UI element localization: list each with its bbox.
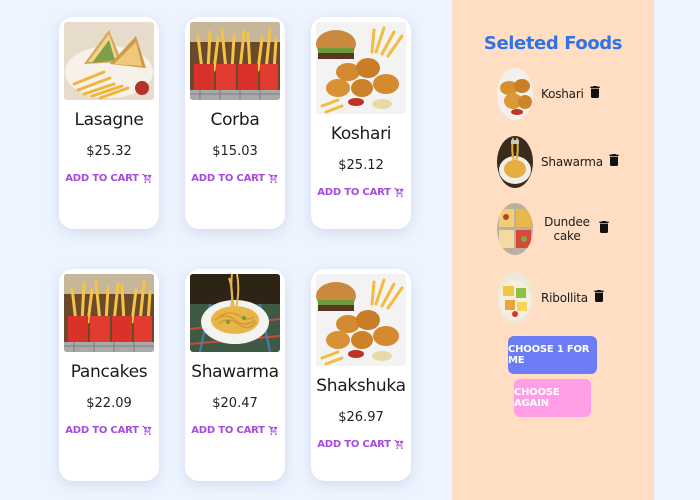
add-to-cart-label: ADD TO CART bbox=[317, 439, 391, 450]
panel-title: Seleted Foods bbox=[483, 33, 623, 54]
add-to-cart-label: ADD TO CART bbox=[191, 173, 265, 184]
selected-item: Koshari bbox=[497, 68, 600, 120]
add-to-cart-button[interactable]: ADD TO CART bbox=[317, 439, 405, 450]
food-card: Lasagne $25.32 ADD TO CART bbox=[59, 17, 159, 229]
food-price: $20.47 bbox=[212, 396, 258, 411]
food-price: $25.12 bbox=[338, 158, 384, 173]
food-image bbox=[64, 274, 154, 352]
cart-icon bbox=[394, 187, 405, 198]
cart-icon bbox=[394, 439, 405, 450]
selected-foods-panel: Seleted Foods Koshari Shawarma Dundee ca… bbox=[452, 0, 654, 500]
food-name: Lasagne bbox=[74, 110, 144, 130]
add-to-cart-button[interactable]: ADD TO CART bbox=[191, 425, 279, 436]
food-card: Koshari $25.12 ADD TO CART bbox=[311, 17, 411, 229]
selected-item: Dundee cake bbox=[497, 203, 609, 255]
cart-icon bbox=[268, 425, 279, 436]
food-price: $25.32 bbox=[86, 144, 132, 159]
add-to-cart-label: ADD TO CART bbox=[191, 425, 265, 436]
trash-icon[interactable] bbox=[590, 85, 600, 103]
food-card: Shakshuka $26.97 ADD TO CART bbox=[311, 269, 411, 481]
food-image bbox=[190, 274, 280, 352]
cart-icon bbox=[142, 425, 153, 436]
food-image bbox=[316, 22, 406, 114]
food-card: Shawarma $20.47 ADD TO CART bbox=[185, 269, 285, 481]
food-image bbox=[316, 274, 406, 366]
food-card: Corba $15.03 ADD TO CART bbox=[185, 17, 285, 229]
add-to-cart-button[interactable]: ADD TO CART bbox=[65, 425, 153, 436]
trash-icon[interactable] bbox=[609, 153, 619, 171]
food-name: Pancakes bbox=[70, 362, 148, 382]
add-to-cart-button[interactable]: ADD TO CART bbox=[65, 173, 153, 184]
selected-item: Shawarma bbox=[497, 136, 619, 188]
food-name: Koshari bbox=[330, 124, 392, 144]
selected-item-name: Dundee cake bbox=[544, 215, 590, 243]
selected-item-image bbox=[497, 136, 533, 188]
selected-item-image bbox=[497, 203, 533, 255]
choose-one-button[interactable]: CHOOSE 1 FOR ME bbox=[508, 336, 597, 374]
selected-item-name: Koshari bbox=[541, 87, 584, 101]
food-name: Shawarma bbox=[191, 362, 279, 382]
food-card: Pancakes $22.09 ADD TO CART bbox=[59, 269, 159, 481]
selected-item-image bbox=[497, 272, 533, 324]
add-to-cart-label: ADD TO CART bbox=[317, 187, 391, 198]
selected-item-name: Ribollita bbox=[541, 291, 588, 305]
food-price: $22.09 bbox=[86, 396, 132, 411]
food-image bbox=[64, 22, 154, 100]
selected-item-name: Shawarma bbox=[541, 155, 603, 169]
trash-icon[interactable] bbox=[594, 289, 604, 307]
add-to-cart-button[interactable]: ADD TO CART bbox=[191, 173, 279, 184]
food-name: Corba bbox=[210, 110, 260, 130]
cart-icon bbox=[142, 173, 153, 184]
selected-item: Ribollita bbox=[497, 272, 604, 324]
add-to-cart-button[interactable]: ADD TO CART bbox=[317, 187, 405, 198]
food-image bbox=[190, 22, 280, 100]
food-price: $15.03 bbox=[212, 144, 258, 159]
food-price: $26.97 bbox=[338, 410, 384, 425]
selected-item-image bbox=[497, 68, 533, 120]
choose-again-button[interactable]: CHOOSE AGAIN bbox=[514, 379, 591, 417]
cart-icon bbox=[268, 173, 279, 184]
add-to-cart-label: ADD TO CART bbox=[65, 425, 139, 436]
add-to-cart-label: ADD TO CART bbox=[65, 173, 139, 184]
trash-icon[interactable] bbox=[599, 220, 609, 238]
food-name: Shakshuka bbox=[316, 376, 406, 396]
